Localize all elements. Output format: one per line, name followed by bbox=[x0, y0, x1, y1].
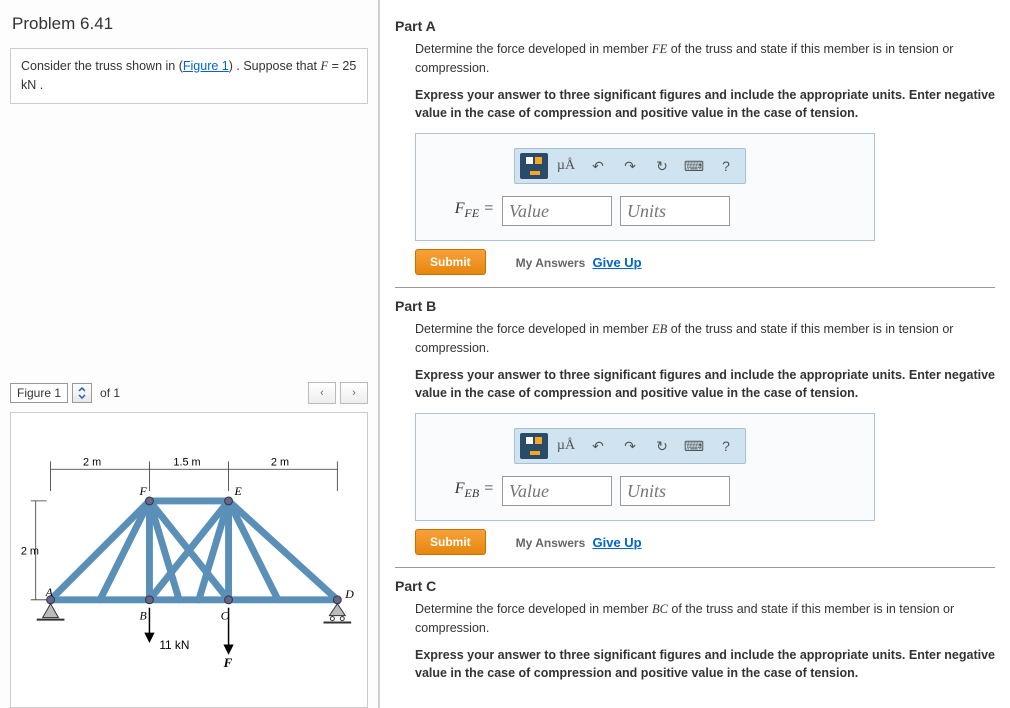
svg-text:A: A bbox=[45, 584, 54, 598]
units-icon[interactable]: µÅ bbox=[552, 153, 580, 179]
svg-text:B: B bbox=[140, 608, 147, 622]
problem-description: Consider the truss shown in (Figure 1) .… bbox=[10, 48, 368, 104]
figure-prev-button[interactable]: ‹ bbox=[308, 382, 336, 404]
redo-icon[interactable]: ↷ bbox=[616, 153, 644, 179]
part-b-answer-box: µÅ ↶ ↷ ↻ ⌨ ? FEB = bbox=[415, 413, 875, 521]
figure-label: Figure 1 bbox=[10, 383, 68, 403]
units-icon[interactable]: µÅ bbox=[552, 433, 580, 459]
help-icon[interactable]: ? bbox=[712, 153, 740, 179]
give-up-link[interactable]: Give Up bbox=[593, 535, 642, 550]
figure-navigator: Figure 1 of 1 ‹ › bbox=[10, 382, 368, 404]
undo-icon[interactable]: ↶ bbox=[584, 153, 612, 179]
svg-text:F: F bbox=[223, 656, 233, 670]
equation-row: FEB = bbox=[434, 476, 856, 506]
figure-next-button[interactable]: › bbox=[340, 382, 368, 404]
units-input[interactable] bbox=[620, 476, 730, 506]
equation-row: FFE = bbox=[434, 196, 856, 226]
help-icon[interactable]: ? bbox=[712, 433, 740, 459]
answer-toolbar: µÅ ↶ ↷ ↻ ⌨ ? bbox=[514, 148, 746, 184]
right-panel: Part A Determine the force developed in … bbox=[380, 0, 1010, 708]
svg-text:11 kN: 11 kN bbox=[159, 638, 189, 652]
part-c-heading: Part C bbox=[395, 578, 995, 594]
my-answers-label: My Answers bbox=[516, 256, 586, 270]
keyboard-icon[interactable]: ⌨ bbox=[680, 433, 708, 459]
value-input[interactable] bbox=[502, 196, 612, 226]
answer-toolbar: µÅ ↶ ↷ ↻ ⌨ ? bbox=[514, 428, 746, 464]
submit-row: Submit My Answers Give Up bbox=[415, 249, 995, 275]
svg-text:2 m: 2 m bbox=[271, 456, 289, 468]
template-icon[interactable] bbox=[520, 153, 548, 179]
figure-count: of 1 bbox=[96, 386, 124, 400]
part-a-text: Determine the force developed in member … bbox=[415, 40, 995, 78]
part-a-instructions: Express your answer to three significant… bbox=[415, 86, 995, 124]
variable-label: FEB = bbox=[434, 480, 494, 501]
divider bbox=[395, 567, 995, 568]
my-answers-label: My Answers bbox=[516, 536, 586, 550]
reset-icon[interactable]: ↻ bbox=[648, 433, 676, 459]
units-input[interactable] bbox=[620, 196, 730, 226]
left-panel: Problem 6.41 Consider the truss shown in… bbox=[0, 0, 380, 708]
redo-icon[interactable]: ↷ bbox=[616, 433, 644, 459]
svg-text:E: E bbox=[233, 483, 242, 497]
submit-button[interactable]: Submit bbox=[415, 529, 486, 555]
variable-label: FFE = bbox=[434, 200, 494, 221]
value-input[interactable] bbox=[502, 476, 612, 506]
svg-text:2 m: 2 m bbox=[83, 456, 101, 468]
give-up-link[interactable]: Give Up bbox=[593, 255, 642, 270]
keyboard-icon[interactable]: ⌨ bbox=[680, 153, 708, 179]
svg-text:2 m: 2 m bbox=[21, 545, 39, 557]
svg-text:F: F bbox=[139, 483, 148, 497]
part-a-answer-box: µÅ ↶ ↷ ↻ ⌨ ? FFE = bbox=[415, 133, 875, 241]
part-b-text: Determine the force developed in member … bbox=[415, 320, 995, 358]
divider bbox=[395, 287, 995, 288]
svg-text:1.5 m: 1.5 m bbox=[173, 456, 200, 468]
part-a-heading: Part A bbox=[395, 18, 995, 34]
problem-title: Problem 6.41 bbox=[10, 10, 368, 38]
figure-link[interactable]: Figure 1 bbox=[183, 59, 229, 73]
part-b-instructions: Express your answer to three significant… bbox=[415, 366, 995, 404]
reset-icon[interactable]: ↻ bbox=[648, 153, 676, 179]
svg-text:D: D bbox=[344, 586, 354, 600]
submit-row: Submit My Answers Give Up bbox=[415, 529, 995, 555]
undo-icon[interactable]: ↶ bbox=[584, 433, 612, 459]
part-c-text: Determine the force developed in member … bbox=[415, 600, 995, 638]
figure-stepper[interactable] bbox=[72, 383, 92, 403]
submit-button[interactable]: Submit bbox=[415, 249, 486, 275]
template-icon[interactable] bbox=[520, 433, 548, 459]
figure-diagram: 2 m 1.5 m 2 m 2 m bbox=[10, 412, 368, 708]
part-b-heading: Part B bbox=[395, 298, 995, 314]
part-c-instructions: Express your answer to three significant… bbox=[415, 646, 995, 684]
